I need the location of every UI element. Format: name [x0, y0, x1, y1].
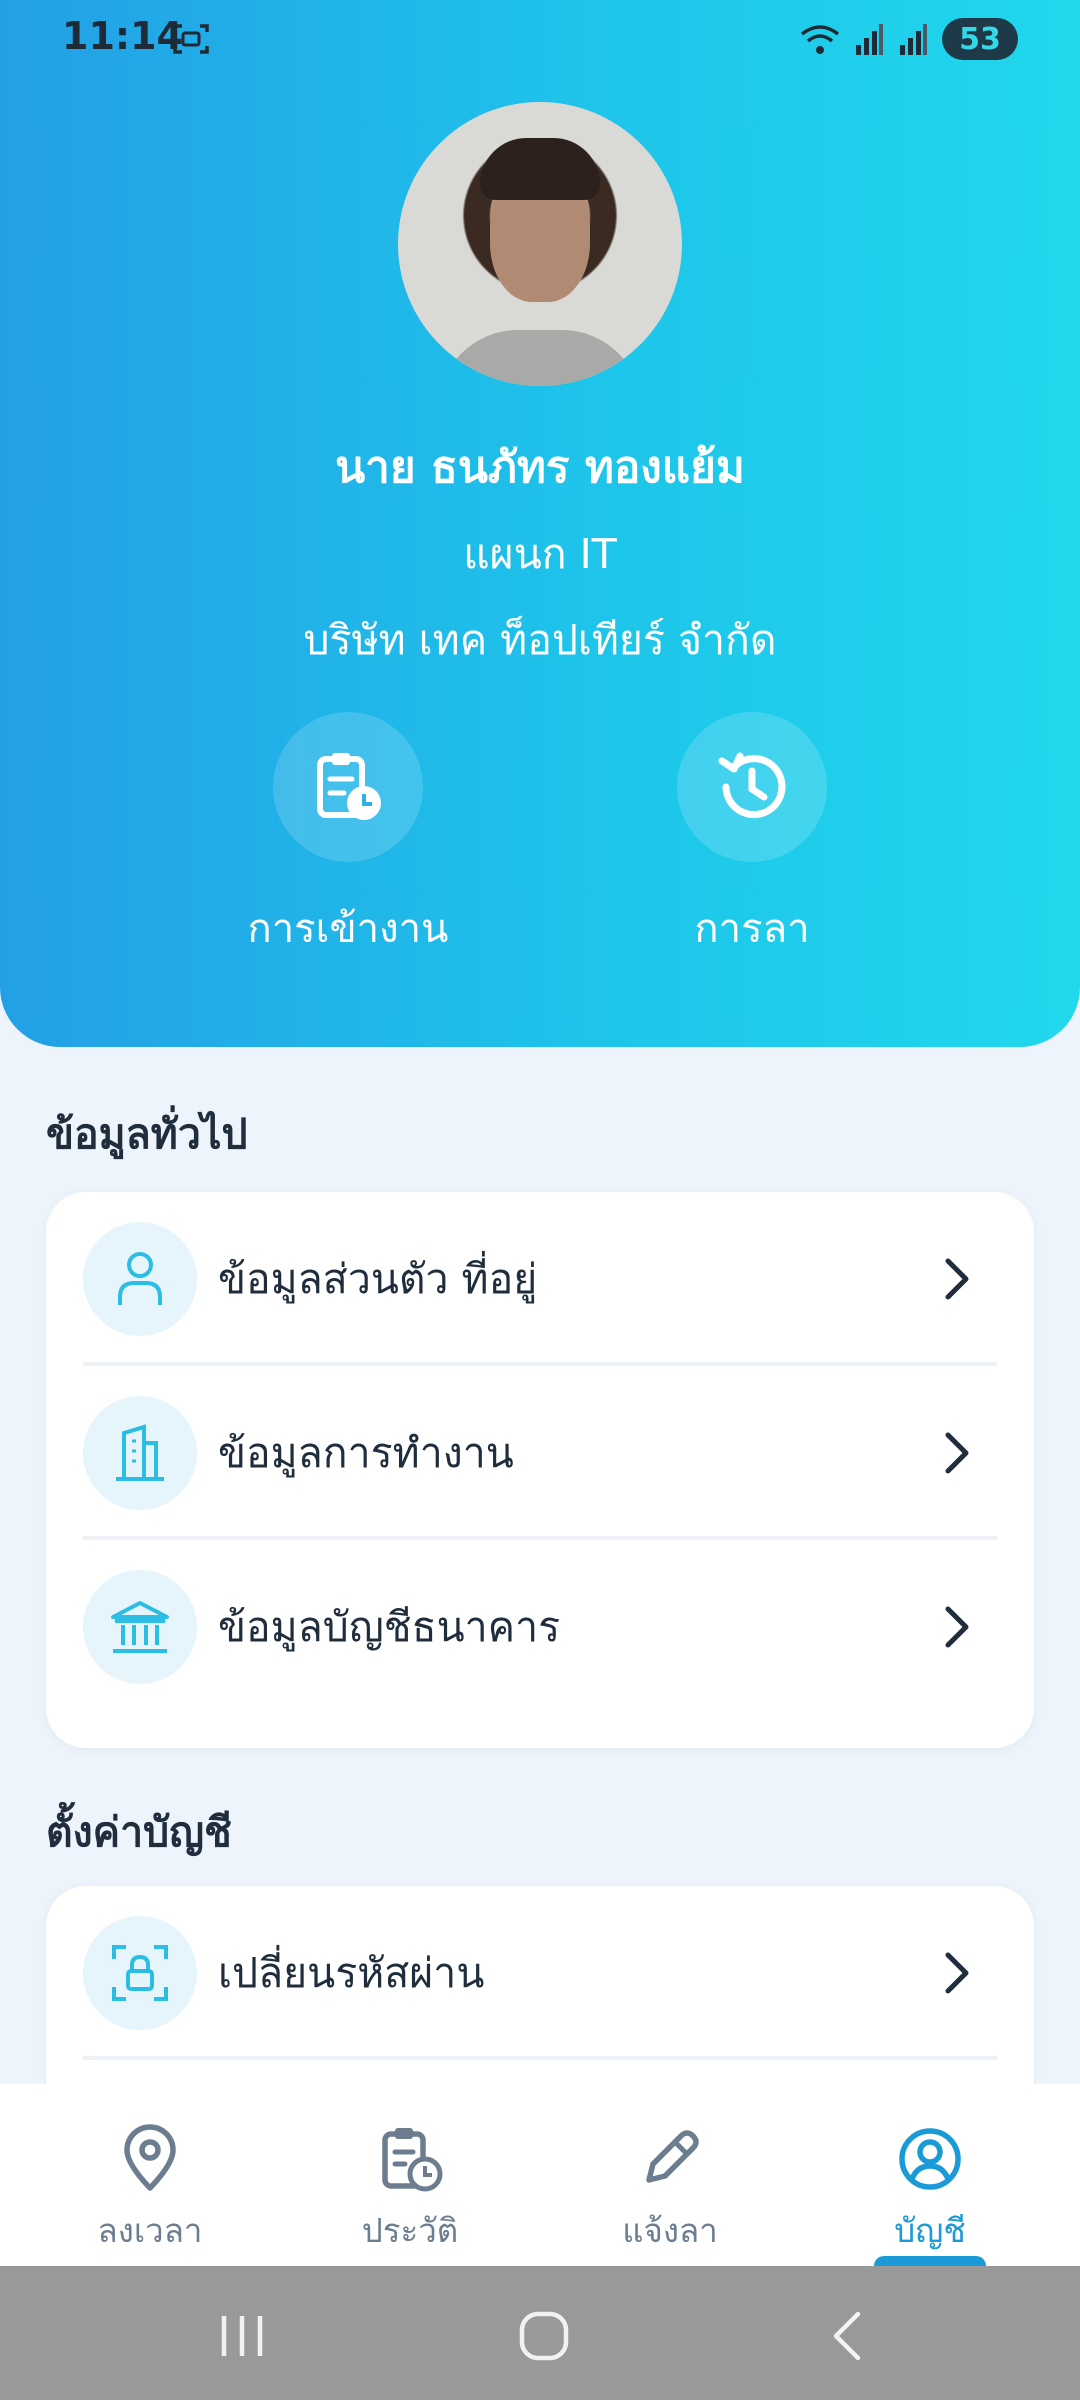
nav-item-leave-request[interactable]: แจ้งลา: [570, 2124, 770, 2257]
list-item-work-info[interactable]: ข้อมูลการทำงาน: [46, 1366, 1034, 1540]
bottom-navigation: ลงเวลา ประวัติ แจ้งลา บัญชี: [0, 2084, 1080, 2266]
list-item-change-password[interactable]: เปลี่ยนรหัสผ่าน: [46, 1886, 1034, 2060]
general-info-card: ข้อมูลส่วนตัว ที่อยู่ ข้อมูลการทำงาน ข้อ…: [46, 1192, 1034, 1748]
signal-icon: [900, 24, 927, 55]
nav-label-history: ประวัติ: [361, 2211, 459, 2250]
status-icons: 53: [800, 16, 1018, 62]
account-settings-section-title: ตั้งค่าบัญชี: [46, 1808, 232, 1856]
person-icon: [118, 1252, 162, 1305]
user-name: นาย ธนภัทร ทองแย้ม: [335, 442, 745, 493]
attendance-label: การเข้างาน: [247, 906, 449, 952]
user-company: บริษัท เทค ท็อปเทียร์ จำกัด: [303, 616, 777, 664]
bank-icon: [111, 1601, 169, 1653]
nav-item-history[interactable]: ประวัติ: [310, 2124, 510, 2257]
chevron-right-icon: [945, 1606, 969, 1648]
bank-info-label: ข้อมูลบัญชีธนาคาร: [218, 1603, 561, 1651]
signal-icon: [856, 24, 883, 55]
list-item-bank-info[interactable]: ข้อมูลบัญชีธนาคาร: [46, 1540, 1034, 1714]
nav-label-leave-request: แจ้งลา: [622, 2211, 718, 2250]
status-bar: 11:14 53: [0, 0, 1080, 80]
location-pin-icon: [124, 2124, 176, 2191]
avatar[interactable]: [398, 102, 682, 386]
nav-item-account[interactable]: บัญชี: [830, 2124, 1030, 2257]
building-icon: [116, 1424, 164, 1481]
nav-label-clock-in: ลงเวลา: [97, 2211, 203, 2250]
user-department: แผนก IT: [463, 530, 617, 578]
wifi-icon: [800, 25, 840, 54]
battery-indicator: 53: [942, 18, 1018, 60]
home-icon[interactable]: [514, 2308, 574, 2364]
clipboard-clock-icon: [382, 2128, 443, 2192]
status-time: 11:14: [62, 14, 183, 58]
personal-info-label: ข้อมูลส่วนตัว ที่อยู่: [218, 1255, 538, 1303]
nav-item-clock-in[interactable]: ลงเวลา: [50, 2124, 250, 2257]
history-icon: [718, 752, 786, 819]
work-info-label: ข้อมูลการทำงาน: [218, 1429, 514, 1477]
recent-apps-icon[interactable]: [212, 2308, 272, 2364]
profile-header: 11:14 53 นาย ธนภัทร ทองแย้ม แผนก IT บริษ…: [0, 0, 1080, 1047]
chevron-right-icon: [945, 1258, 969, 1300]
divider: [83, 2056, 997, 2060]
nav-label-account: บัญชี: [894, 2211, 966, 2250]
change-password-label: เปลี่ยนรหัสผ่าน: [218, 1949, 485, 1997]
attendance-button[interactable]: การเข้างาน: [218, 712, 478, 960]
leave-label: การลา: [694, 906, 810, 952]
general-section-title: ข้อมูลทั่วไป: [46, 1110, 248, 1158]
back-icon[interactable]: [818, 2308, 878, 2364]
leave-button[interactable]: การลา: [622, 712, 882, 960]
system-navigation-bar: [0, 2266, 1080, 2400]
clipboard-clock-icon: [317, 753, 381, 820]
chevron-right-icon: [945, 1432, 969, 1474]
screenshot-icon: [173, 24, 209, 54]
chevron-right-icon: [945, 1952, 969, 1994]
pencil-icon: [646, 2130, 699, 2183]
list-item-personal-info[interactable]: ข้อมูลส่วนตัว ที่อยู่: [46, 1192, 1034, 1366]
user-circle-icon: [899, 2128, 961, 2190]
lock-scan-icon: [112, 1945, 168, 2001]
